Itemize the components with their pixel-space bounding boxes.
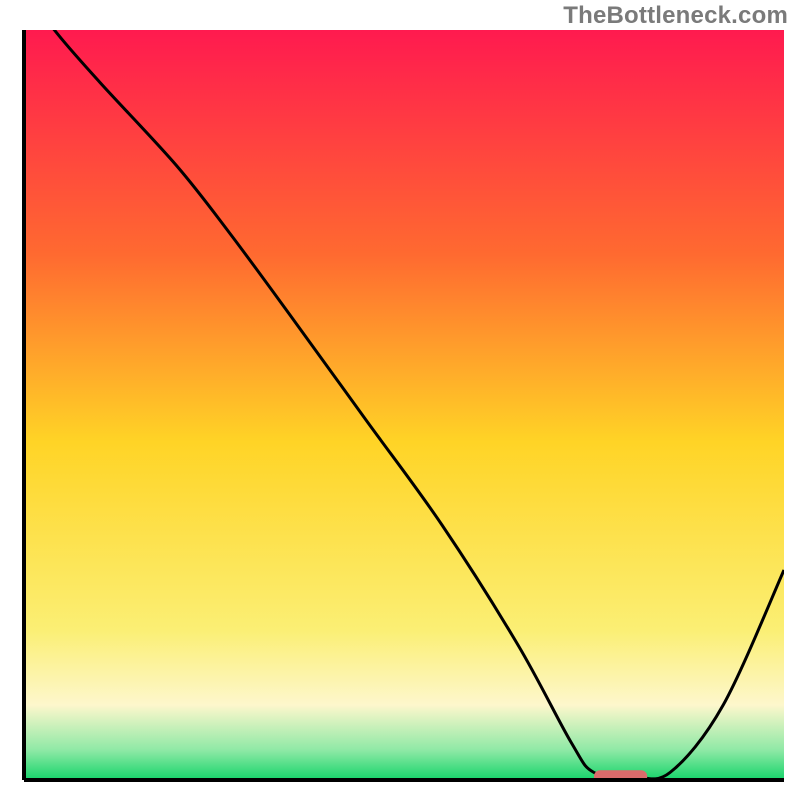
gradient-background xyxy=(24,30,784,780)
bottleneck-chart xyxy=(0,0,800,800)
chart-stage: TheBottleneck.com xyxy=(0,0,800,800)
